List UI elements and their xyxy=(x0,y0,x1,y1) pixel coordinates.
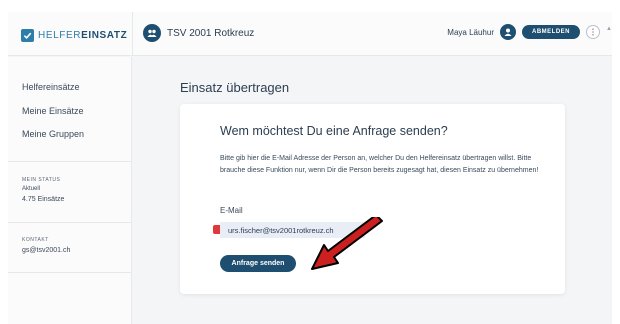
brand-name: HELFEREINSATZ xyxy=(38,29,128,41)
more-icon[interactable] xyxy=(586,25,600,39)
status-heading: MEIN STATUS xyxy=(22,177,61,183)
send-request-button[interactable]: Anfrage senden xyxy=(220,255,296,272)
card-title: Wem möchtest Du eine Anfrage senden? xyxy=(220,124,448,138)
header-divider xyxy=(132,12,133,56)
organisation[interactable]: TSV 2001 Rotkreuz xyxy=(143,24,254,42)
card-description: Bitte gib hier die E-Mail Adresse der Pe… xyxy=(220,155,539,174)
logo-check-icon xyxy=(21,28,34,42)
email-label: E-Mail xyxy=(220,206,243,215)
annotation-arrow-icon xyxy=(311,217,383,270)
status-value: 4.75 Einsätze xyxy=(22,196,65,203)
app-window: HELFEREINSATZ TSV 2001 Rotkreuz Maya Läu… xyxy=(8,12,612,324)
sidebar-divider xyxy=(8,222,131,223)
contact-heading: KONTAKT xyxy=(22,237,49,243)
team-icon xyxy=(143,24,161,42)
sidebar-divider xyxy=(8,161,131,162)
sidebar-item-meine-einsaetze[interactable]: Meine Einsätze xyxy=(22,106,84,116)
scroll-up-icon[interactable]: ▲ xyxy=(606,26,612,32)
sidebar-divider xyxy=(8,272,131,273)
user-icon[interactable] xyxy=(500,24,516,40)
sidebar-item-meine-gruppen[interactable]: Meine Gruppen xyxy=(22,129,84,139)
status-label: Aktuell xyxy=(22,186,41,192)
contact-email[interactable]: gs@tsv2001.ch xyxy=(22,247,70,254)
logout-button[interactable]: ABMELDEN xyxy=(522,25,580,39)
top-bar: HELFEREINSATZ TSV 2001 Rotkreuz Maya Läu… xyxy=(8,12,612,56)
sidebar: Helfereinsätze Meine Einsätze Meine Grup… xyxy=(8,57,132,324)
sidebar-item-helfereinsaetze[interactable]: Helfereinsätze xyxy=(22,82,80,92)
user-menu: Maya Läuhur ABMELDEN xyxy=(447,24,600,40)
brand-logo[interactable]: HELFEREINSATZ xyxy=(21,28,127,42)
page-title: Einsatz übertragen xyxy=(180,80,290,95)
user-name[interactable]: Maya Läuhur xyxy=(447,28,494,37)
organisation-name: TSV 2001 Rotkreuz xyxy=(167,27,255,39)
